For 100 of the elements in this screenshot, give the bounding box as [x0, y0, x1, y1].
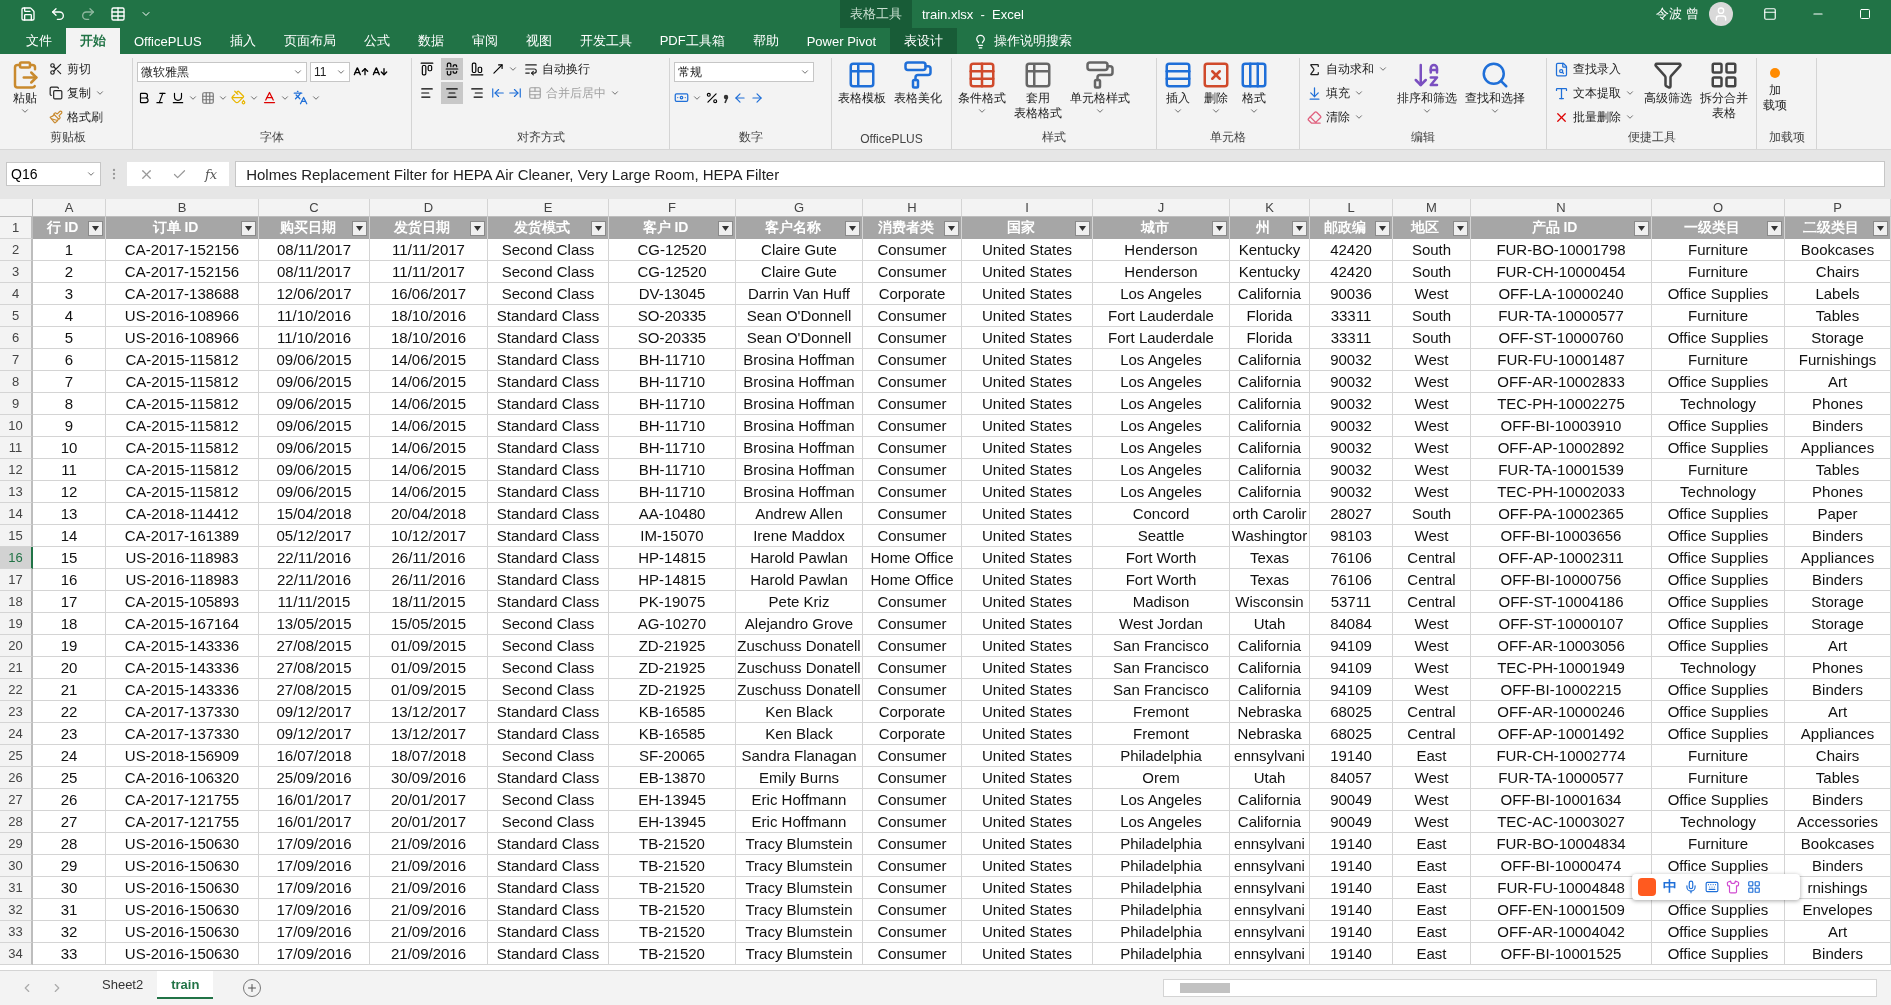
column-header[interactable]: P: [1785, 199, 1891, 217]
cell-styles-button[interactable]: 单元格样式: [1068, 58, 1132, 119]
tell-me-search[interactable]: 操作说明搜索: [967, 28, 1079, 54]
redo-icon[interactable]: [80, 6, 96, 22]
row-header[interactable]: 8: [0, 371, 33, 393]
ribbon-tab[interactable]: 帮助: [738, 28, 793, 54]
column-header[interactable]: F: [609, 199, 736, 217]
orientation-icon[interactable]: [491, 62, 505, 76]
column-header[interactable]: I: [962, 199, 1093, 217]
table-template-button[interactable]: 表格模板: [836, 58, 888, 108]
filter-dropdown-button[interactable]: [241, 220, 256, 236]
addins-button[interactable]: 加 载项: [1761, 58, 1789, 115]
font-name-field[interactable]: 微软雅黑: [137, 62, 307, 82]
italic-icon[interactable]: [154, 90, 168, 105]
column-header[interactable]: C: [259, 199, 370, 217]
ribbon-display-icon[interactable]: [1763, 7, 1777, 21]
fill-button[interactable]: 填充: [1304, 82, 1391, 104]
filter-dropdown-button[interactable]: [718, 220, 733, 236]
sheet-tab[interactable]: Sheet2: [88, 971, 158, 999]
row-header[interactable]: 20: [0, 635, 33, 657]
column-header[interactable]: E: [488, 199, 609, 217]
insert-function-button[interactable]: fx: [205, 166, 218, 182]
column-header[interactable]: B: [106, 199, 259, 217]
row-header[interactable]: 31: [0, 877, 33, 899]
formula-input[interactable]: Holmes Replacement Filter for HEPA Air Cleaner, Very Large Room, HEPA Filter: [235, 161, 1885, 187]
name-box[interactable]: Q16: [6, 162, 101, 186]
row-header[interactable]: 27: [0, 789, 33, 811]
shirt-icon[interactable]: [1726, 880, 1740, 894]
row-header[interactable]: 32: [0, 899, 33, 921]
column-header[interactable]: M: [1393, 199, 1471, 217]
horizontal-scrollbar[interactable]: [1163, 979, 1877, 997]
currency-icon[interactable]: [674, 90, 689, 105]
row-header[interactable]: 3: [0, 261, 33, 283]
filter-dropdown-button[interactable]: [591, 220, 606, 236]
restore-icon[interactable]: [1859, 8, 1871, 20]
filter-dropdown-button[interactable]: [1873, 220, 1888, 236]
ribbon-tab[interactable]: 开始: [66, 28, 120, 54]
conditional-format-button[interactable]: 条件格式: [956, 58, 1008, 119]
insert-button[interactable]: 插入: [1161, 58, 1195, 119]
format-as-table-button[interactable]: 套用 表格格式: [1012, 58, 1064, 123]
column-header[interactable]: L: [1310, 199, 1393, 217]
row-header[interactable]: 29: [0, 833, 33, 855]
row-header[interactable]: 4: [0, 283, 33, 305]
row-header[interactable]: 23: [0, 701, 33, 723]
row-header[interactable]: 6: [0, 327, 33, 349]
row-header[interactable]: 2: [0, 239, 33, 261]
filter-dropdown-button[interactable]: [1212, 220, 1227, 236]
paste-button[interactable]: 粘贴: [8, 58, 42, 119]
grid-icon[interactable]: [1747, 880, 1761, 894]
row-header[interactable]: 26: [0, 767, 33, 789]
format-painter-button[interactable]: 格式刷: [46, 106, 108, 128]
row-header[interactable]: 7: [0, 349, 33, 371]
column-header[interactable]: N: [1471, 199, 1652, 217]
column-header[interactable]: K: [1230, 199, 1310, 217]
row-header[interactable]: 22: [0, 679, 33, 701]
filter-dropdown-button[interactable]: [352, 220, 367, 236]
bold-icon[interactable]: [137, 90, 151, 105]
row-header[interactable]: 14: [0, 503, 33, 525]
filter-dropdown-button[interactable]: [1453, 220, 1468, 236]
format-button[interactable]: 格式: [1237, 58, 1271, 119]
microphone-icon[interactable]: [1684, 880, 1698, 894]
horizontal-align-button[interactable]: [441, 82, 463, 104]
row-header[interactable]: 17: [0, 569, 33, 591]
cut-button[interactable]: 剪切: [46, 58, 108, 80]
avatar[interactable]: [1709, 2, 1733, 26]
row-header[interactable]: 1: [0, 217, 33, 239]
percent-icon[interactable]: [705, 90, 719, 105]
row-header[interactable]: 9: [0, 393, 33, 415]
row-header[interactable]: 25: [0, 745, 33, 767]
input-mode-toggle[interactable]: 中: [1663, 878, 1677, 896]
row-header[interactable]: 12: [0, 459, 33, 481]
find-select-button[interactable]: 查找和选择: [1463, 58, 1527, 119]
filter-dropdown-button[interactable]: [1292, 220, 1307, 236]
ribbon-tab[interactable]: PDF工具箱: [645, 28, 739, 54]
column-header[interactable]: H: [863, 199, 962, 217]
increase-decimal-icon[interactable]: [733, 90, 747, 105]
batch-delete-button[interactable]: 批量删除: [1551, 106, 1638, 128]
text-extract-button[interactable]: 文本提取: [1551, 82, 1638, 104]
advanced-filter-button[interactable]: 高级筛选: [1642, 58, 1694, 108]
ribbon-tab[interactable]: 视图: [511, 28, 566, 54]
ribbon-tab[interactable]: OfficePLUS: [120, 28, 216, 54]
ribbon-tab[interactable]: 数据: [403, 28, 458, 54]
filter-dropdown-button[interactable]: [88, 220, 103, 236]
row-header[interactable]: 13: [0, 481, 33, 503]
row-header[interactable]: 5: [0, 305, 33, 327]
clear-button[interactable]: 清除: [1304, 106, 1391, 128]
save-icon[interactable]: [20, 6, 36, 22]
filter-dropdown-button[interactable]: [944, 220, 959, 236]
ribbon-tab[interactable]: 公式: [349, 28, 404, 54]
row-header[interactable]: 34: [0, 943, 33, 965]
row-header[interactable]: 21: [0, 657, 33, 679]
sort-filter-button[interactable]: 排序和筛选: [1395, 58, 1459, 119]
ribbon-tab[interactable]: 表设计: [890, 28, 958, 54]
ime-toolbar[interactable]: 中: [1632, 874, 1800, 900]
sheet-tab[interactable]: train: [157, 971, 214, 999]
increase-indent-icon[interactable]: [508, 86, 522, 100]
column-header[interactable]: G: [736, 199, 863, 217]
decrease-decimal-icon[interactable]: [750, 90, 764, 105]
filter-dropdown-button[interactable]: [1375, 220, 1390, 236]
ribbon-tab[interactable]: 页面布局: [269, 28, 350, 54]
